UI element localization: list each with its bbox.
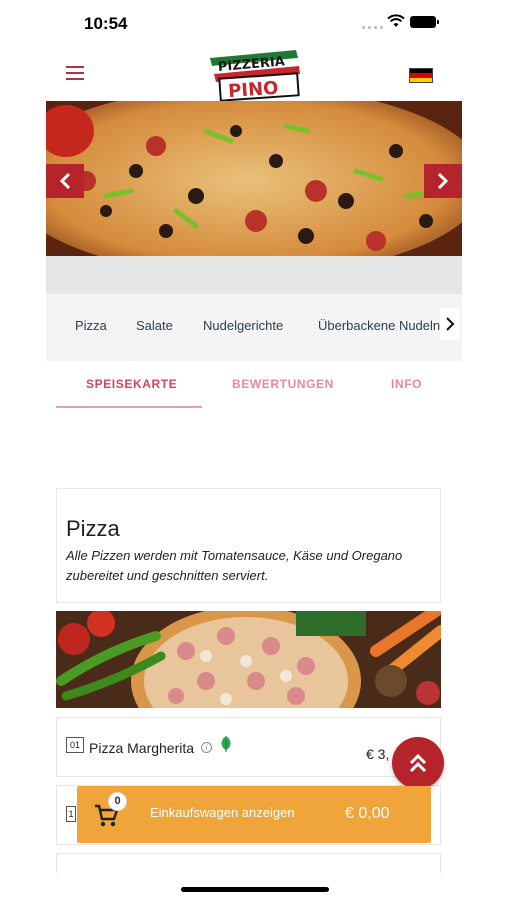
menu-item-card[interactable] — [56, 853, 441, 873]
item-number: 1 — [66, 806, 76, 822]
hero-prev-button[interactable] — [46, 164, 84, 198]
home-indicator — [181, 887, 329, 892]
status-time: 10:54 — [84, 14, 128, 33]
chevron-right-icon — [437, 172, 449, 190]
status-bar: 10:54 — [0, 0, 507, 46]
category-salate[interactable]: Salate — [136, 318, 173, 333]
section-image — [56, 611, 441, 708]
category-nudelgerichte[interactable]: Nudelgerichte — [203, 318, 283, 333]
pizzeria-pino-logo: PIZZERIA PINO — [210, 50, 300, 102]
cart-count-badge: 0 — [108, 792, 127, 811]
item-number: 01 — [66, 737, 84, 753]
category-strip: Pizza Salate Nudelgerichte Überbackene N… — [46, 294, 462, 361]
signal-icon — [362, 21, 386, 29]
vegetarian-leaf-icon — [221, 736, 231, 752]
active-tab-indicator — [56, 406, 202, 408]
hero-placeholder-strip — [46, 256, 462, 294]
german-flag-icon[interactable] — [409, 68, 433, 83]
category-ueberbackene-nudeln[interactable]: Überbackene Nudeln — [318, 318, 440, 333]
hero-banner-image — [46, 101, 462, 256]
logo-text-bottom: PINO — [228, 78, 280, 102]
cart-label: Einkaufswagen anzeigen — [150, 805, 295, 820]
section-title: Pizza — [66, 516, 120, 541]
chevron-left-icon — [59, 172, 71, 190]
item-name[interactable]: Pizza Margherita — [89, 740, 194, 756]
tab-speisekarte[interactable]: SPEISEKARTE — [86, 377, 177, 391]
tab-bewertungen[interactable]: BEWERTUNGEN — [232, 377, 334, 391]
wifi-icon — [387, 14, 405, 27]
hero-next-button[interactable] — [424, 164, 462, 198]
chevron-right-icon — [446, 317, 455, 331]
battery-icon — [410, 16, 439, 28]
category-next-button[interactable] — [440, 308, 460, 340]
section-description: Alle Pizzen werden mit Tomatensauce, Käs… — [66, 548, 403, 583]
tab-info[interactable]: INFO — [391, 377, 422, 391]
scroll-to-top-button[interactable] — [392, 737, 444, 789]
cart-total: € 0,00 — [345, 805, 390, 822]
category-pizza[interactable]: Pizza — [75, 318, 107, 333]
double-chevron-up-icon — [409, 753, 427, 773]
hamburger-icon[interactable] — [66, 66, 84, 80]
item-price: € 3, — [366, 746, 390, 762]
info-icon[interactable]: i — [201, 742, 212, 753]
